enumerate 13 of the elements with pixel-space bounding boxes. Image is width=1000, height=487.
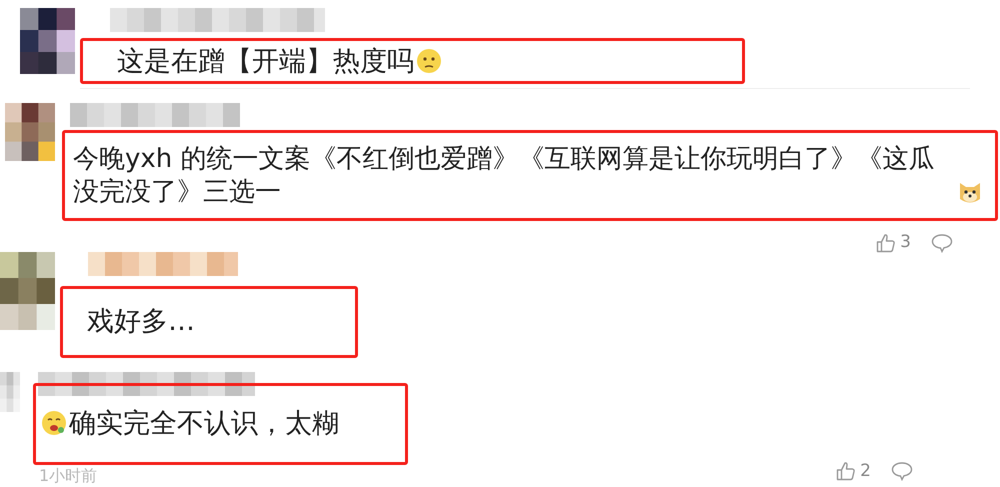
comment-text: 今晚yxh 的统一文案《不红倒也爱蹭》《互联网算是让你玩明白了》《这瓜没完没了》三选一 <box>73 142 936 208</box>
comment-icon[interactable] <box>931 232 953 253</box>
thumbs-up-icon[interactable] <box>836 461 856 482</box>
comment-text: 确实完全不认识，太糊 <box>69 407 339 440</box>
smiley-icon <box>41 410 67 436</box>
timestamp: 1小时前 <box>39 467 98 484</box>
comment-icon[interactable] <box>891 461 913 482</box>
thumbs-up-icon[interactable] <box>876 232 896 253</box>
comment-text: 这是在蹭【开端】热度吗 <box>117 44 414 78</box>
smiley-icon <box>416 48 442 74</box>
like-count: 3 <box>900 231 911 254</box>
comment-text: 戏好多… <box>87 305 195 338</box>
like-count: 2 <box>860 460 871 482</box>
